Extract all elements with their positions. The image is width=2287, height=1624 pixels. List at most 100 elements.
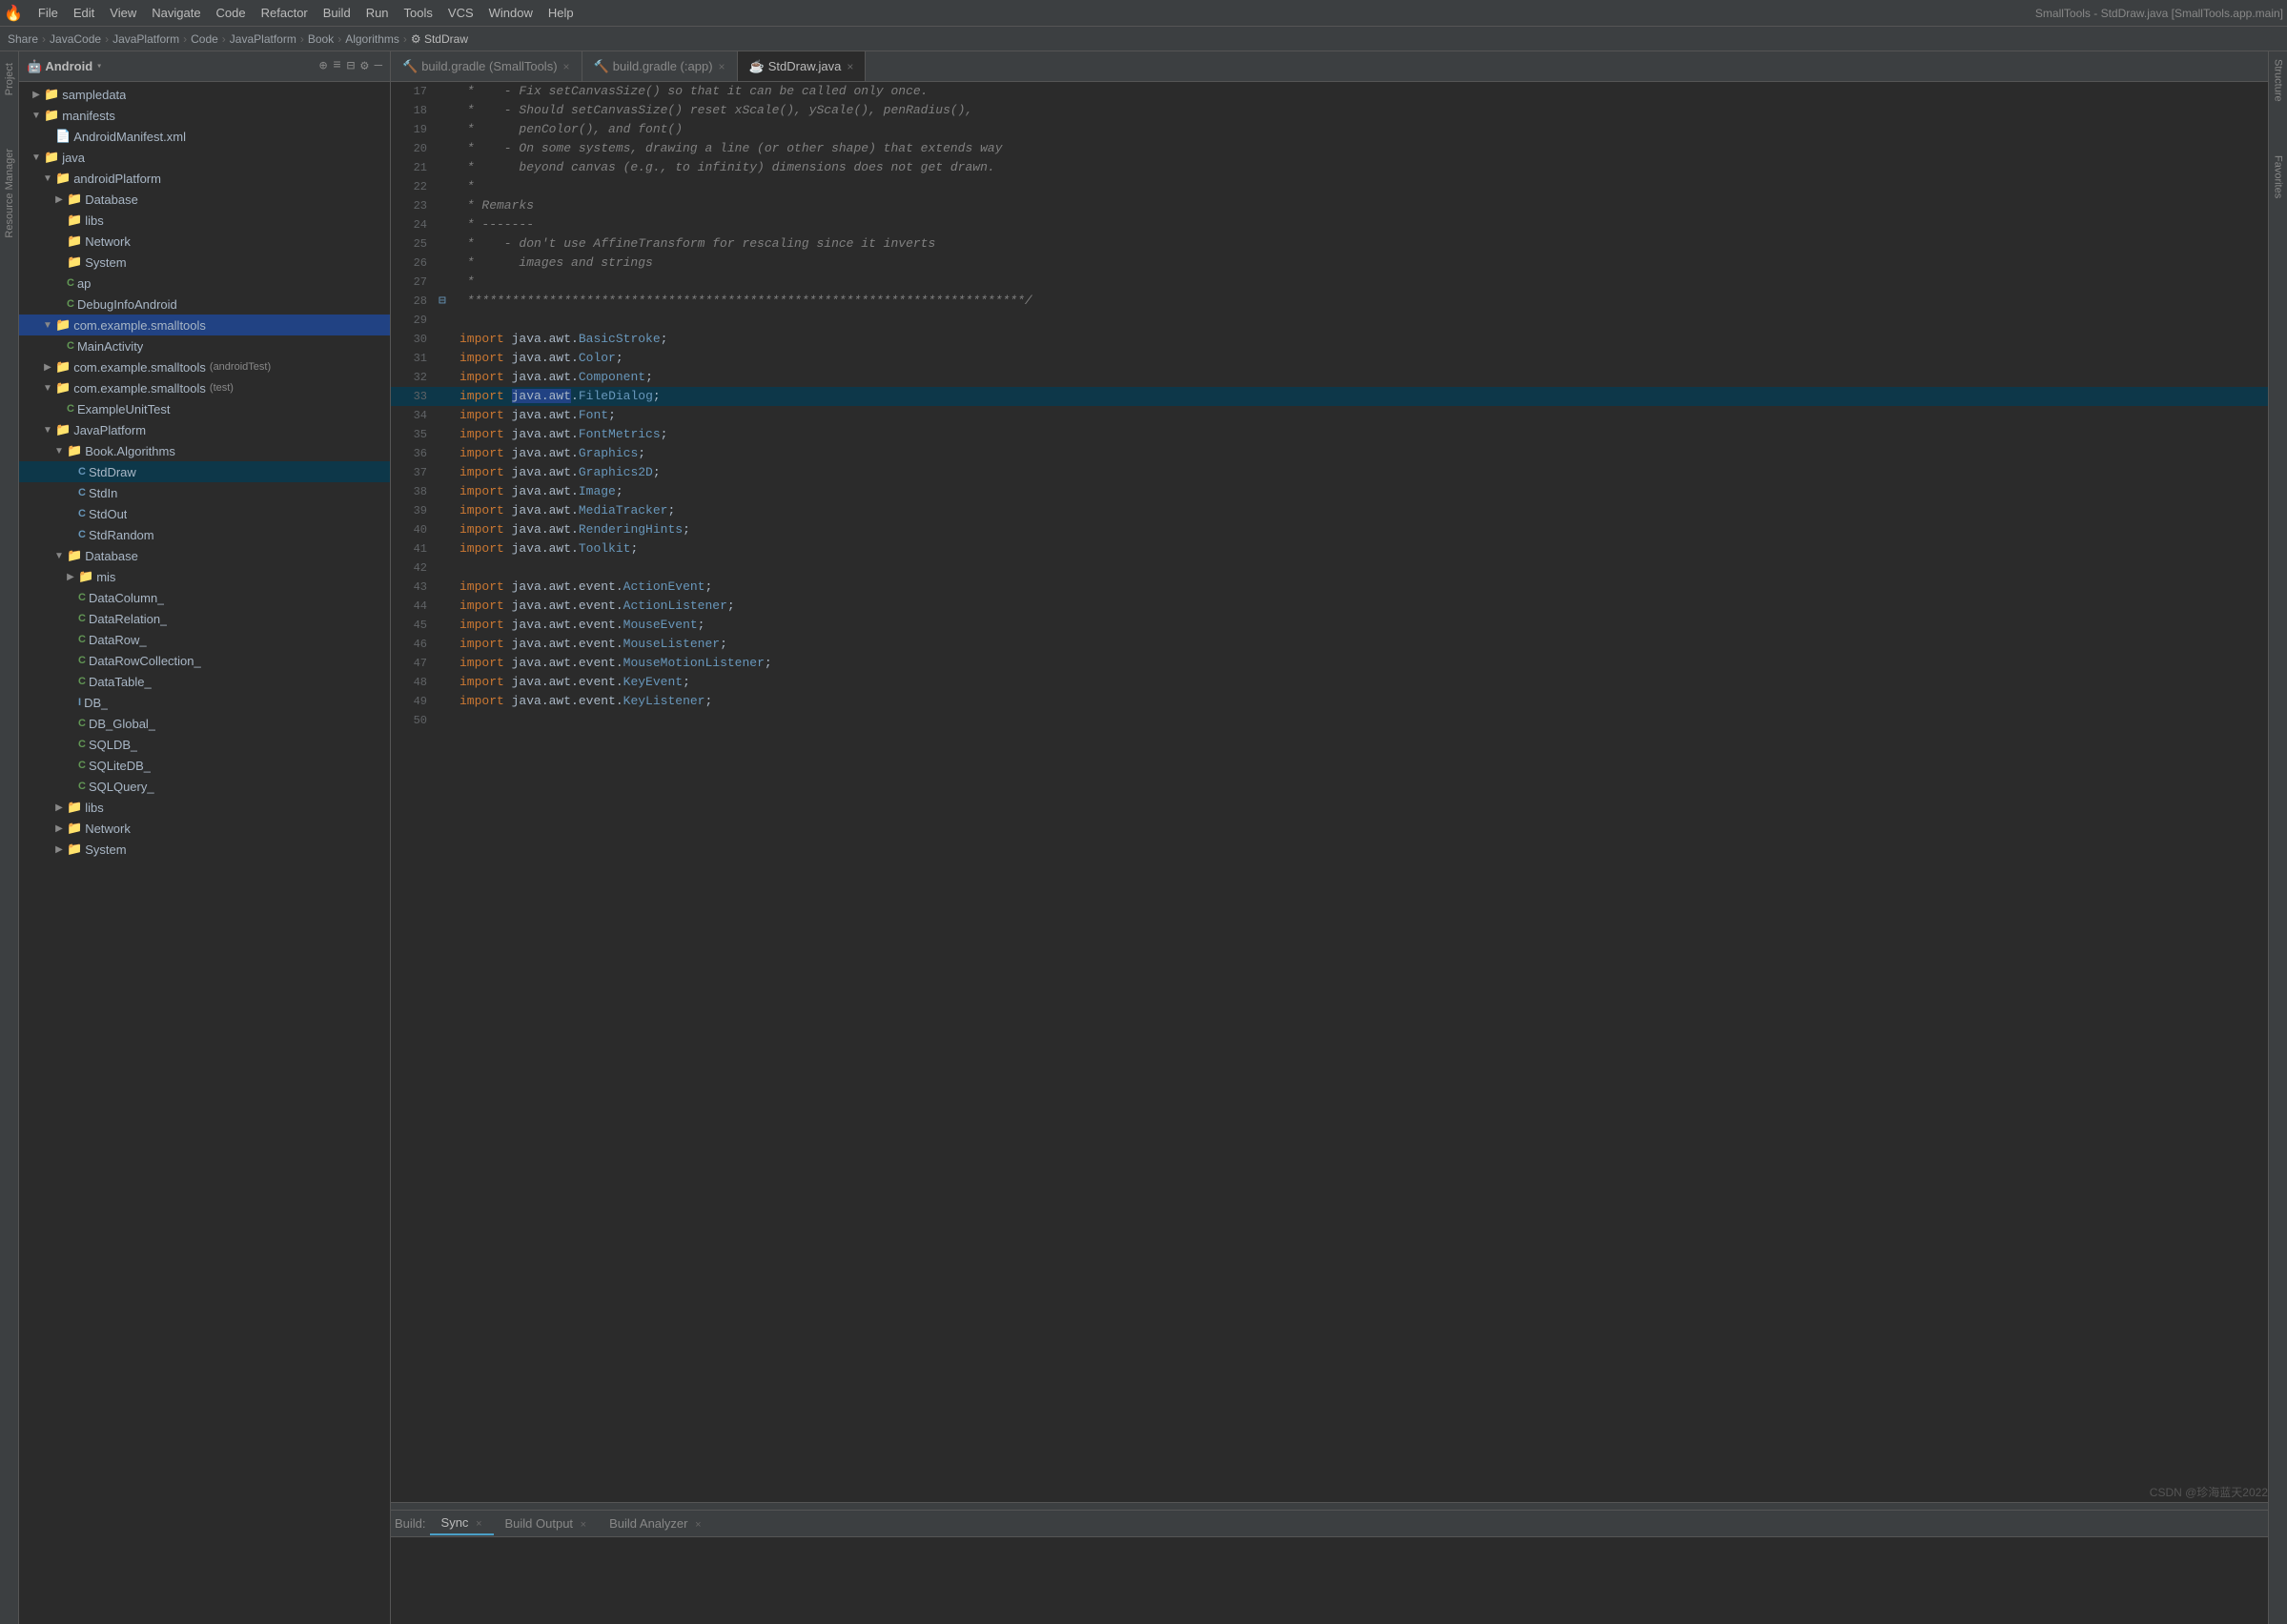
tree-item-libs2[interactable]: ▶ 📁 libs bbox=[19, 797, 390, 818]
tree-item-db[interactable]: I DB_ bbox=[19, 692, 390, 713]
favorites-strip-label[interactable]: Favorites bbox=[2271, 148, 2286, 206]
line-num-44: 44 bbox=[391, 597, 439, 616]
tree-item-javaplatform[interactable]: ▼ 📁 JavaPlatform bbox=[19, 419, 390, 440]
menu-code[interactable]: Code bbox=[209, 2, 254, 24]
tree-item-database[interactable]: ▶ 📁 Database bbox=[19, 189, 390, 210]
tree-item-datatable[interactable]: C DataTable_ bbox=[19, 671, 390, 692]
tree-item-sqldb[interactable]: C SQLDB_ bbox=[19, 734, 390, 755]
panel-dropdown-icon[interactable]: ▾ bbox=[96, 61, 102, 72]
tree-item-androidplatform[interactable]: ▼ 📁 androidPlatform bbox=[19, 168, 390, 189]
menu-vcs[interactable]: VCS bbox=[440, 2, 481, 24]
breadcrumb-javacode[interactable]: JavaCode bbox=[50, 32, 101, 46]
breadcrumb-javaplatform2[interactable]: JavaPlatform bbox=[230, 32, 296, 46]
tree-item-sampledata[interactable]: ▶ 📁 sampledata bbox=[19, 84, 390, 105]
class-icon-debuginfoadroid: C bbox=[67, 298, 74, 310]
bottom-tab-build-analyzer-close[interactable]: × bbox=[695, 1519, 701, 1531]
tree-item-ap[interactable]: C ap bbox=[19, 273, 390, 294]
tab-close-build-gradle-app[interactable]: × bbox=[719, 60, 725, 73]
menu-tools[interactable]: Tools bbox=[397, 2, 440, 24]
tree-item-com-example-androidtest[interactable]: ▶ 📁 com.example.smalltools (androidTest) bbox=[19, 356, 390, 377]
bottom-tab-sync-close[interactable]: × bbox=[476, 1518, 481, 1530]
tree-item-datarowcollection[interactable]: C DataRowCollection_ bbox=[19, 650, 390, 671]
folder-icon-system: 📁 bbox=[67, 254, 82, 270]
tree-item-datarelation[interactable]: C DataRelation_ bbox=[19, 608, 390, 629]
panel-action-settings[interactable]: ⚙ bbox=[360, 58, 368, 74]
tree-item-datacolumn[interactable]: C DataColumn_ bbox=[19, 587, 390, 608]
resource-manager-strip-label[interactable]: Resource Manager bbox=[2, 141, 17, 246]
tree-item-network[interactable]: 📁 Network bbox=[19, 231, 390, 252]
code-line-34: 34 import java.awt.Font; bbox=[391, 406, 2268, 425]
tree-item-debuginfoadroid[interactable]: C DebugInfoAndroid bbox=[19, 294, 390, 315]
menu-refactor[interactable]: Refactor bbox=[254, 2, 316, 24]
tree-item-network2[interactable]: ▶ 📁 Network bbox=[19, 818, 390, 839]
panel-action-collapse[interactable]: ⊟ bbox=[347, 58, 355, 74]
project-strip-label[interactable]: Project bbox=[2, 55, 17, 103]
tree-item-mis[interactable]: ▶ 📁 mis bbox=[19, 566, 390, 587]
menu-help[interactable]: Help bbox=[541, 2, 582, 24]
tree-item-mainactivity[interactable]: C MainActivity bbox=[19, 335, 390, 356]
window-title: SmallTools - StdDraw.java [SmallTools.ap… bbox=[2035, 7, 2283, 20]
menu-run[interactable]: Run bbox=[358, 2, 397, 24]
breadcrumb-book[interactable]: Book bbox=[308, 32, 334, 46]
tree-item-system[interactable]: 📁 System bbox=[19, 252, 390, 273]
fold-icon-48 bbox=[439, 673, 452, 692]
bottom-tab-build-output[interactable]: Build Output × bbox=[494, 1512, 599, 1534]
tree-item-datarow[interactable]: C DataRow_ bbox=[19, 629, 390, 650]
tab-build-gradle-smalltools[interactable]: 🔨 build.gradle (SmallTools) × bbox=[391, 51, 582, 81]
code-line-22: 22 * bbox=[391, 177, 2268, 196]
tab-close-stddraw-java[interactable]: × bbox=[847, 60, 853, 73]
code-editor[interactable]: 17 * - Fix setCanvasSize() so that it ca… bbox=[391, 82, 2268, 1502]
tree-item-sqlitedb[interactable]: C SQLiteDB_ bbox=[19, 755, 390, 776]
menu-build[interactable]: Build bbox=[316, 2, 358, 24]
tree-item-stdin[interactable]: C StdIn bbox=[19, 482, 390, 503]
tree-item-manifests[interactable]: ▼ 📁 manifests bbox=[19, 105, 390, 126]
menu-window[interactable]: Window bbox=[481, 2, 541, 24]
tree-item-libs[interactable]: 📁 libs bbox=[19, 210, 390, 231]
fold-icon-21 bbox=[439, 158, 452, 177]
menu-navigate[interactable]: Navigate bbox=[144, 2, 208, 24]
bottom-tab-build-analyzer[interactable]: Build Analyzer × bbox=[598, 1512, 712, 1534]
bottom-tab-sync[interactable]: Sync × bbox=[430, 1512, 494, 1535]
breadcrumb-code[interactable]: Code bbox=[191, 32, 218, 46]
panel-action-close[interactable]: — bbox=[375, 58, 382, 74]
line-content-48: import java.awt.event.KeyEvent; bbox=[456, 673, 2268, 692]
tree-label-datarelation: DataRelation_ bbox=[89, 612, 167, 626]
menu-view[interactable]: View bbox=[102, 2, 144, 24]
tree-item-stdrandom[interactable]: C StdRandom bbox=[19, 524, 390, 545]
menu-edit[interactable]: Edit bbox=[66, 2, 102, 24]
tree-item-book-algorithms[interactable]: ▼ 📁 Book.Algorithms bbox=[19, 440, 390, 461]
tab-close-build-gradle-smalltools[interactable]: × bbox=[563, 60, 570, 73]
tree-item-stdout[interactable]: C StdOut bbox=[19, 503, 390, 524]
breadcrumb-algorithms[interactable]: Algorithms bbox=[345, 32, 399, 46]
tree-item-exampleunittest[interactable]: C ExampleUnitTest bbox=[19, 398, 390, 419]
breadcrumb-share[interactable]: Share bbox=[8, 32, 38, 46]
java-icon-tab3: ☕ bbox=[749, 59, 765, 74]
tab-stddraw-java[interactable]: ☕ StdDraw.java × bbox=[738, 51, 867, 81]
tree-label-androidmanifest: AndroidManifest.xml bbox=[73, 130, 186, 144]
fold-icon-41 bbox=[439, 539, 452, 558]
menu-file[interactable]: File bbox=[31, 2, 66, 24]
fold-icon-28[interactable]: ⊟ bbox=[439, 292, 452, 311]
code-line-28: 28 ⊟ ***********************************… bbox=[391, 292, 2268, 311]
tree-item-java[interactable]: ▼ 📁 java bbox=[19, 147, 390, 168]
code-line-36: 36 import java.awt.Graphics; bbox=[391, 444, 2268, 463]
bottom-tab-build-output-close[interactable]: × bbox=[581, 1519, 586, 1531]
breadcrumb-javaplatform1[interactable]: JavaPlatform bbox=[112, 32, 179, 46]
horizontal-scrollbar[interactable] bbox=[391, 1502, 2268, 1510]
panel-action-locate[interactable]: ⊕ bbox=[319, 58, 327, 74]
tree-item-com-example[interactable]: ▼ 📁 com.example.smalltools bbox=[19, 315, 390, 335]
line-num-19: 19 bbox=[391, 120, 439, 139]
line-num-39: 39 bbox=[391, 501, 439, 520]
tree-item-system2[interactable]: ▶ 📁 System bbox=[19, 839, 390, 860]
tree-item-db-global[interactable]: C DB_Global_ bbox=[19, 713, 390, 734]
tree-item-database2[interactable]: ▼ 📁 Database bbox=[19, 545, 390, 566]
tree-item-stddraw[interactable]: C StdDraw bbox=[19, 461, 390, 482]
structure-strip-label[interactable]: Structure bbox=[2271, 51, 2286, 110]
tree-item-com-example-test[interactable]: ▼ 📁 com.example.smalltools (test) bbox=[19, 377, 390, 398]
breadcrumb-stddraw[interactable]: ⚙ StdDraw bbox=[411, 32, 468, 46]
panel-action-expand[interactable]: ≡ bbox=[333, 58, 340, 74]
tab-build-gradle-app[interactable]: 🔨 build.gradle (:app) × bbox=[582, 51, 738, 81]
tree-item-sqlquery[interactable]: C SQLQuery_ bbox=[19, 776, 390, 797]
tree-item-androidmanifest[interactable]: 📄 AndroidManifest.xml bbox=[19, 126, 390, 147]
fold-icon-44 bbox=[439, 597, 452, 616]
